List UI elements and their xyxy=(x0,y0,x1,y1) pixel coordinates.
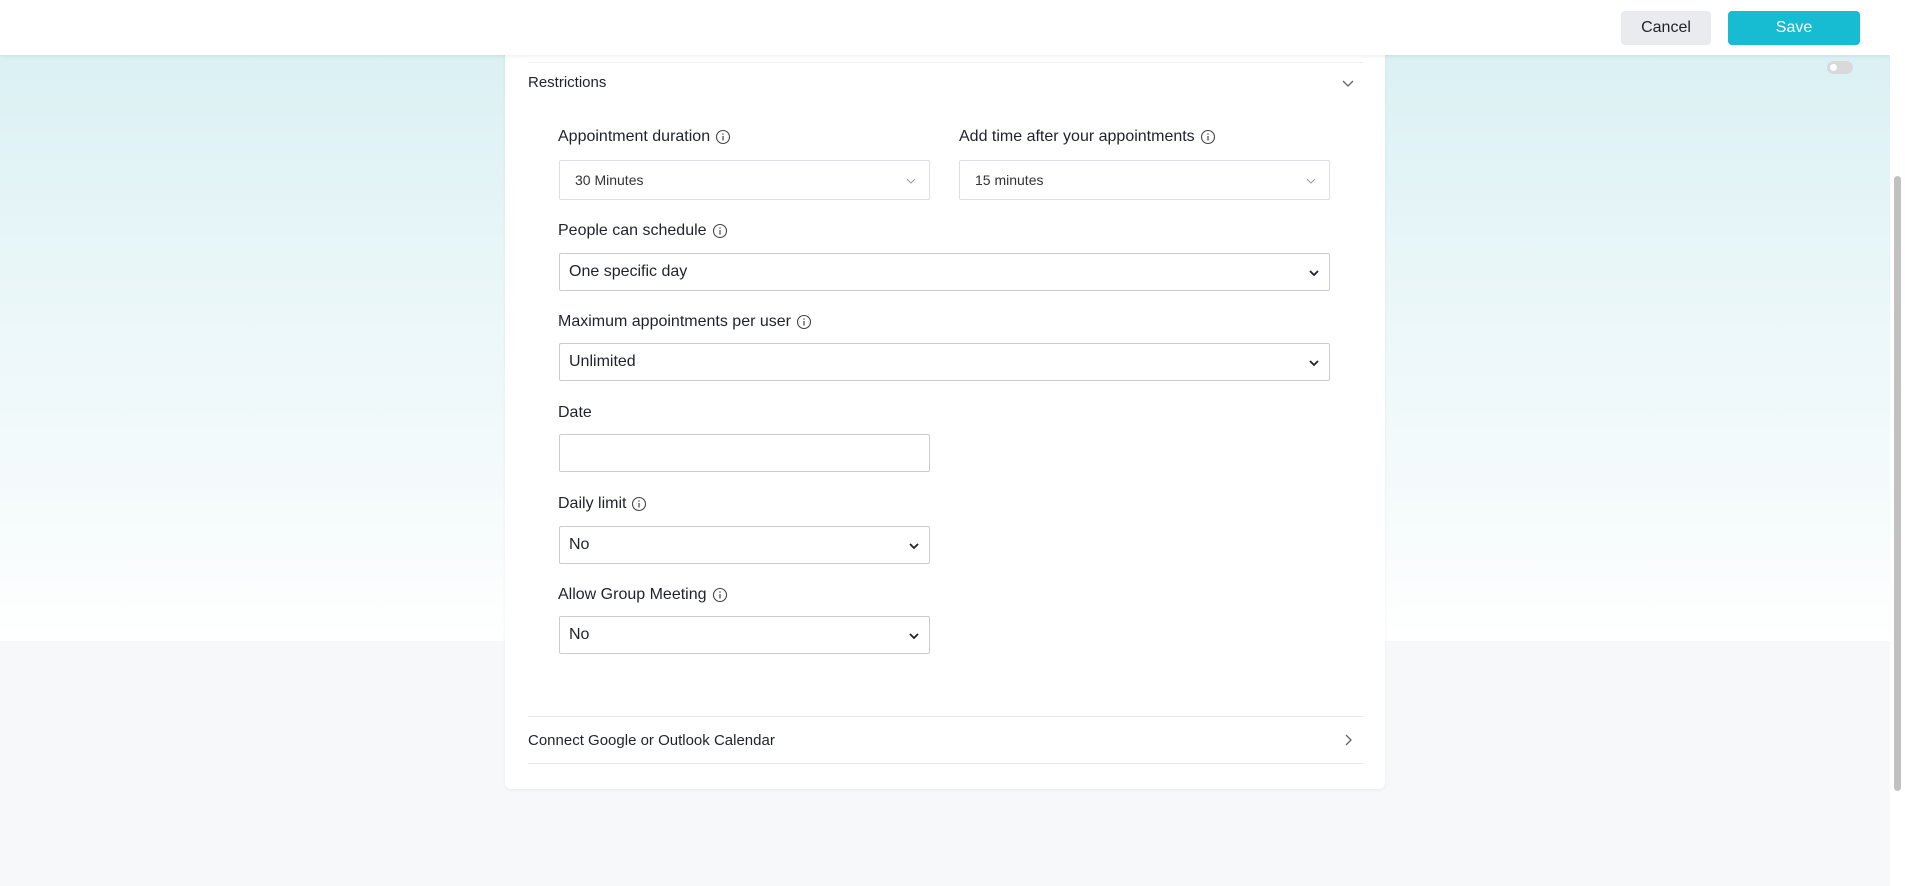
people-can-schedule-select[interactable]: One specific day xyxy=(559,253,1330,291)
appointment-duration-label: Appointment duration xyxy=(558,128,731,146)
save-button[interactable]: Save xyxy=(1728,11,1860,45)
cancel-button[interactable]: Cancel xyxy=(1621,11,1711,45)
top-action-bar: Cancel Save xyxy=(0,0,1890,55)
caret-down-icon xyxy=(909,543,919,550)
scrollbar-thumb[interactable] xyxy=(1894,176,1901,791)
daily-limit-label: Daily limit xyxy=(558,495,647,513)
info-circle-icon[interactable] xyxy=(712,587,728,603)
chevron-down-icon xyxy=(1306,178,1316,184)
info-circle-icon[interactable] xyxy=(712,223,728,239)
chevron-down-icon xyxy=(906,178,916,184)
page-scrollbar[interactable] xyxy=(1890,0,1905,886)
toggle-switch[interactable] xyxy=(1827,61,1853,74)
chevron-down-icon xyxy=(1342,80,1354,87)
caret-down-icon xyxy=(1309,360,1319,367)
max-appointments-select[interactable]: Unlimited xyxy=(559,343,1330,381)
add-time-after-select[interactable]: 15 minutes xyxy=(959,160,1330,200)
allow-group-meeting-select[interactable]: No xyxy=(559,616,930,654)
info-circle-icon[interactable] xyxy=(796,314,812,330)
chevron-right-icon xyxy=(1345,734,1352,746)
date-input[interactable] xyxy=(559,434,930,472)
max-appointments-label: Maximum appointments per user xyxy=(558,313,812,331)
add-time-after-label: Add time after your appointments xyxy=(959,128,1216,146)
info-circle-icon[interactable] xyxy=(631,496,647,512)
appointment-duration-select[interactable]: 30 Minutes xyxy=(559,160,930,200)
info-circle-icon[interactable] xyxy=(715,129,731,145)
daily-limit-select[interactable]: No xyxy=(559,526,930,564)
date-label: Date xyxy=(558,404,592,421)
allow-group-meeting-label: Allow Group Meeting xyxy=(558,586,728,604)
connect-calendar-section-header[interactable]: Connect Google or Outlook Calendar xyxy=(528,716,1363,764)
info-circle-icon[interactable] xyxy=(1200,129,1216,145)
connect-calendar-title: Connect Google or Outlook Calendar xyxy=(528,731,775,749)
caret-down-icon xyxy=(909,633,919,640)
caret-down-icon xyxy=(1309,270,1319,277)
people-can-schedule-label: People can schedule xyxy=(558,222,728,240)
restrictions-section-header[interactable]: Restrictions xyxy=(528,62,1363,102)
settings-card: Restrictions Appointment duration 30 Min… xyxy=(505,40,1385,789)
restrictions-title: Restrictions xyxy=(528,74,607,91)
